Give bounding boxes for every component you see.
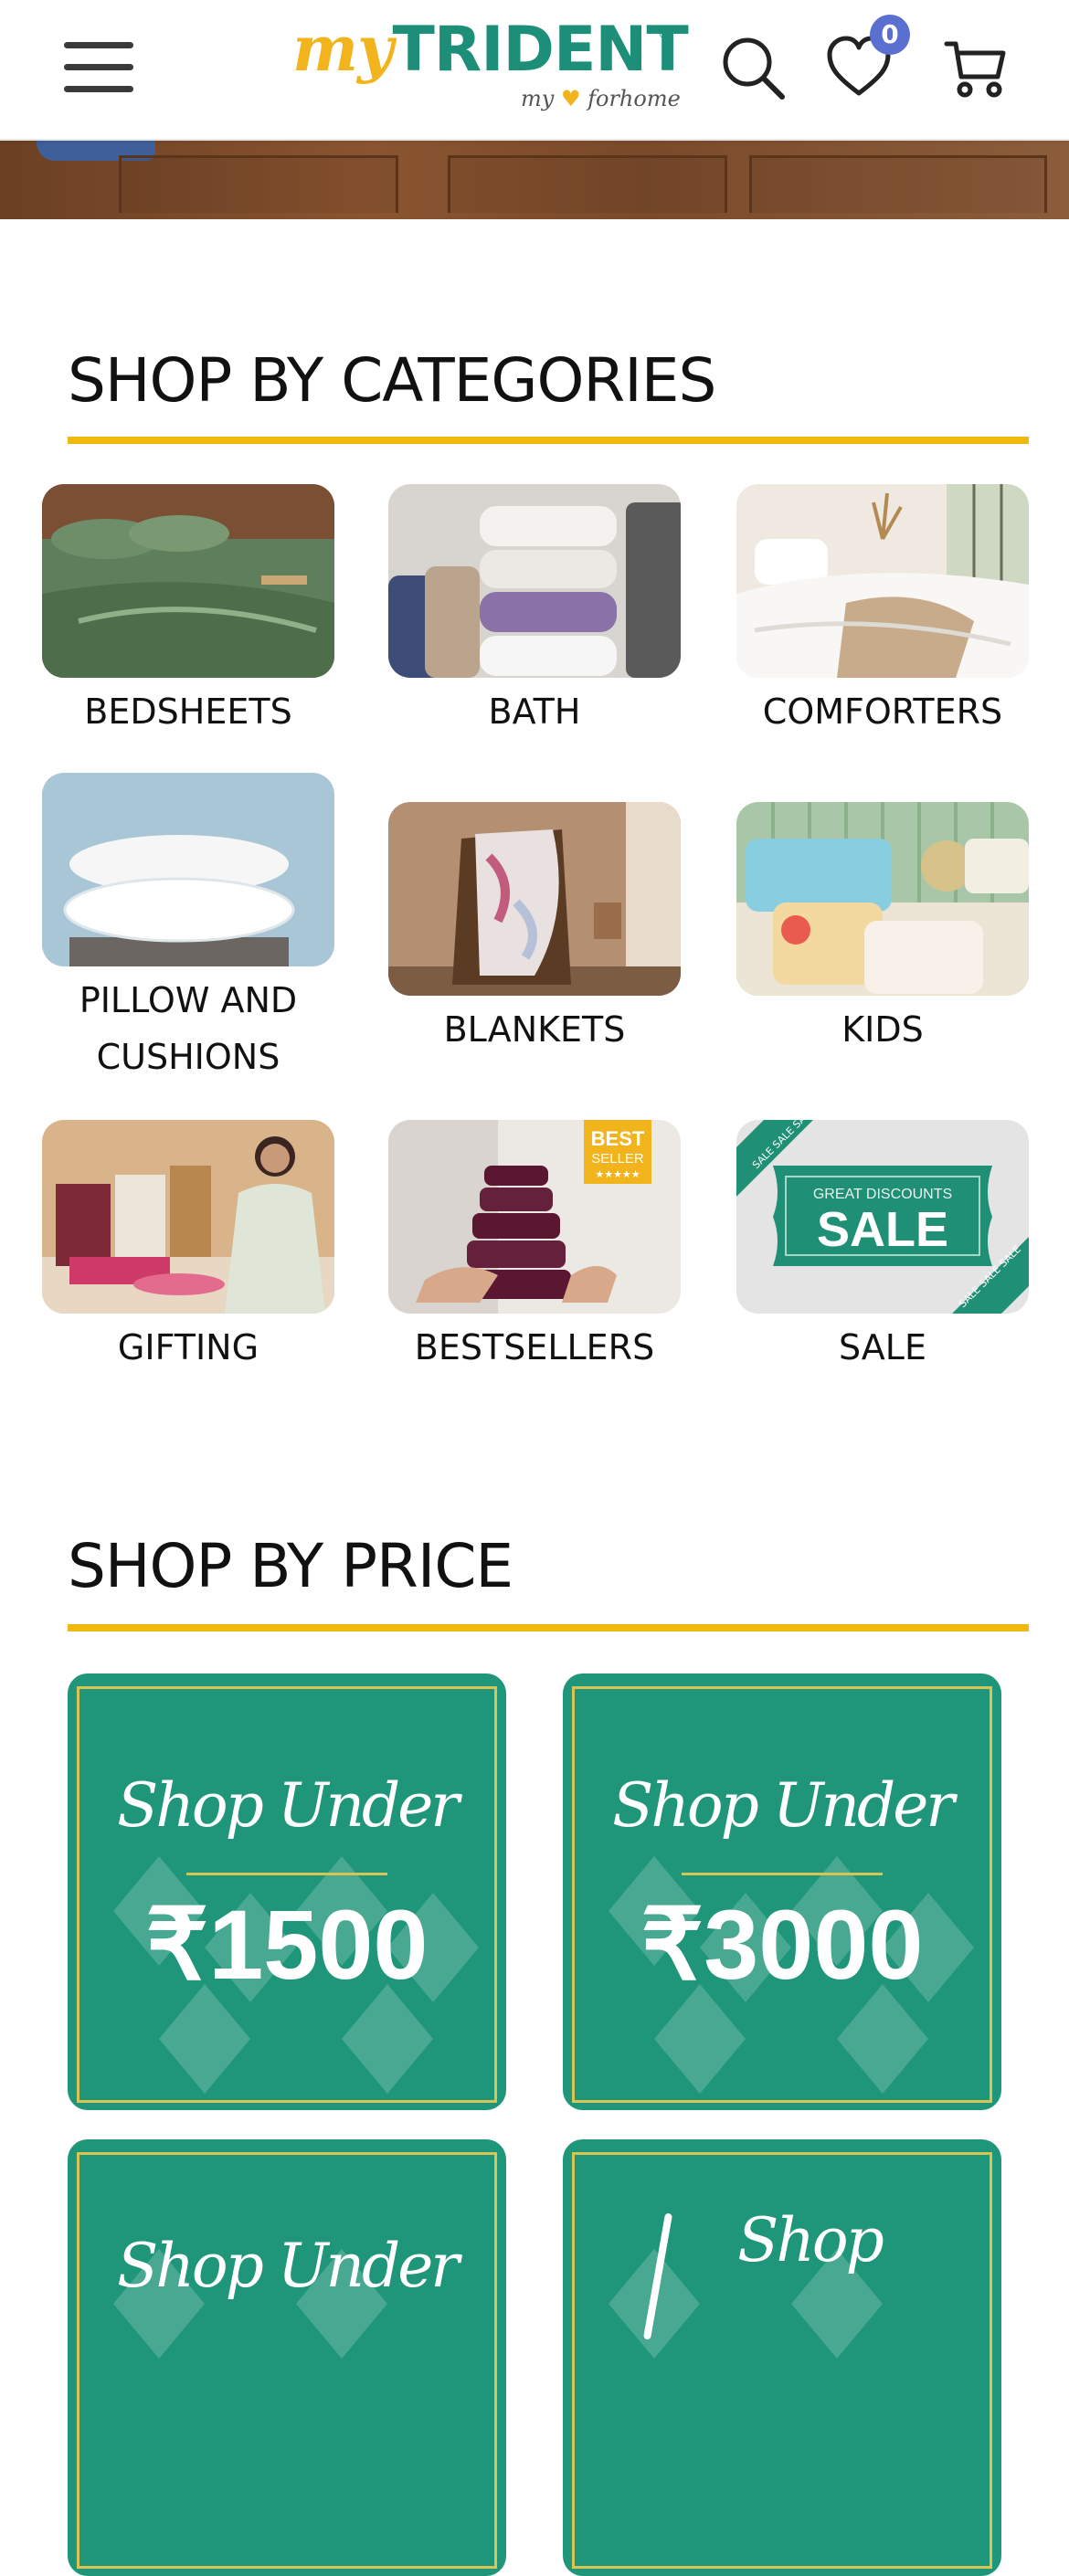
category-image-pillows xyxy=(42,773,334,966)
bestseller-badge-line1: BEST xyxy=(591,1127,645,1150)
section-underline xyxy=(68,437,1029,444)
category-image-sale: SALE SALE SALE SALE SALE SALE GREAT DISC… xyxy=(736,1120,1029,1314)
category-label: BLANKETS xyxy=(443,1009,626,1050)
logo-registered: ® xyxy=(658,27,671,42)
category-image-gifting xyxy=(42,1120,334,1314)
script-underline xyxy=(186,1873,387,1875)
category-image-bestsellers: BEST SELLER ★★★★★ xyxy=(388,1120,681,1314)
category-label: PILLOW AND CUSHIONS xyxy=(79,980,298,1077)
category-bestsellers[interactable]: BEST SELLER ★★★★★ BESTSELLERS xyxy=(388,1120,681,1376)
logo-tag-left: my xyxy=(521,86,555,111)
price-card-script: Shop Under xyxy=(612,1770,955,1841)
category-image-blankets xyxy=(388,802,681,996)
category-label: COMFORTERS xyxy=(762,692,1003,732)
category-image-bath xyxy=(388,484,681,678)
category-label: GIFTING xyxy=(117,1327,259,1367)
category-gifting[interactable]: GIFTING xyxy=(42,1120,334,1376)
site-logo[interactable]: myTRIDENT ® my ♥ forhome xyxy=(292,13,689,121)
category-label: BATH xyxy=(488,692,581,732)
logo-tagline: my ♥ forhome xyxy=(521,86,681,111)
category-image-kids xyxy=(736,802,1029,996)
price-card-amount: ₹3000 xyxy=(640,1889,924,2000)
section-title-price: SHOP BY PRICE xyxy=(68,1531,513,1601)
category-label: KIDS xyxy=(841,1009,924,1050)
price-card-3000[interactable]: Shop Under ₹3000 xyxy=(563,1673,1001,2110)
wishlist-count-badge: 0 xyxy=(870,15,910,55)
category-sale[interactable]: SALE SALE SALE SALE SALE SALE GREAT DISC… xyxy=(736,1120,1029,1376)
category-label: SALE xyxy=(838,1327,926,1367)
logo-brand: TRIDENT xyxy=(392,14,688,86)
section-underline xyxy=(68,1624,1029,1631)
hero-banner[interactable] xyxy=(0,139,1069,219)
cart-icon[interactable] xyxy=(941,33,1011,102)
bestseller-badge-stars: ★★★★★ xyxy=(595,1168,640,1180)
category-comforters[interactable]: COMFORTERS xyxy=(736,484,1029,740)
category-label: BESTSELLERS xyxy=(414,1327,655,1367)
sale-big-text: SALE xyxy=(817,1202,948,1257)
top-header: myTRIDENT ® my ♥ forhome 0 xyxy=(0,0,1069,141)
card-frame xyxy=(77,2152,497,2569)
heart-logo-icon: ♥ xyxy=(560,86,581,111)
category-bedsheets[interactable]: BEDSHEETS xyxy=(42,484,334,740)
banner-drawer xyxy=(749,155,1047,213)
price-card-amount: ₹1500 xyxy=(145,1889,429,2000)
category-kids[interactable]: KIDS xyxy=(736,802,1029,1058)
bestseller-badge-line2: SELLER xyxy=(591,1151,644,1167)
search-icon[interactable] xyxy=(718,33,788,102)
banner-drawer xyxy=(448,155,727,213)
category-bath[interactable]: BATH xyxy=(388,484,681,740)
logo-wordmark: myTRIDENT xyxy=(292,13,689,86)
price-card-script: Shop Under xyxy=(117,2231,460,2301)
price-card-4[interactable]: Shop xyxy=(563,2139,1001,2576)
category-label: BEDSHEETS xyxy=(84,692,292,732)
price-card-3[interactable]: Shop Under xyxy=(68,2139,506,2576)
script-underline xyxy=(682,1873,883,1875)
section-title-categories: SHOP BY CATEGORIES xyxy=(68,345,716,416)
banner-drawer xyxy=(119,155,398,213)
price-card-1500[interactable]: Shop Under ₹1500 xyxy=(68,1673,506,2110)
category-blankets[interactable]: BLANKETS xyxy=(388,802,681,1058)
logo-tag-right: forhome xyxy=(587,86,681,111)
category-pillow-and-cushions[interactable]: PILLOW AND CUSHIONS xyxy=(42,773,334,1085)
sale-small-text: GREAT DISCOUNTS xyxy=(813,1187,952,1202)
category-image-bedsheets xyxy=(42,484,334,678)
price-card-script: Shop Under xyxy=(117,1770,460,1841)
category-image-comforters xyxy=(736,484,1029,678)
logo-my: my xyxy=(292,13,393,86)
price-card-script: Shop xyxy=(737,2205,884,2275)
menu-icon[interactable] xyxy=(64,42,133,97)
